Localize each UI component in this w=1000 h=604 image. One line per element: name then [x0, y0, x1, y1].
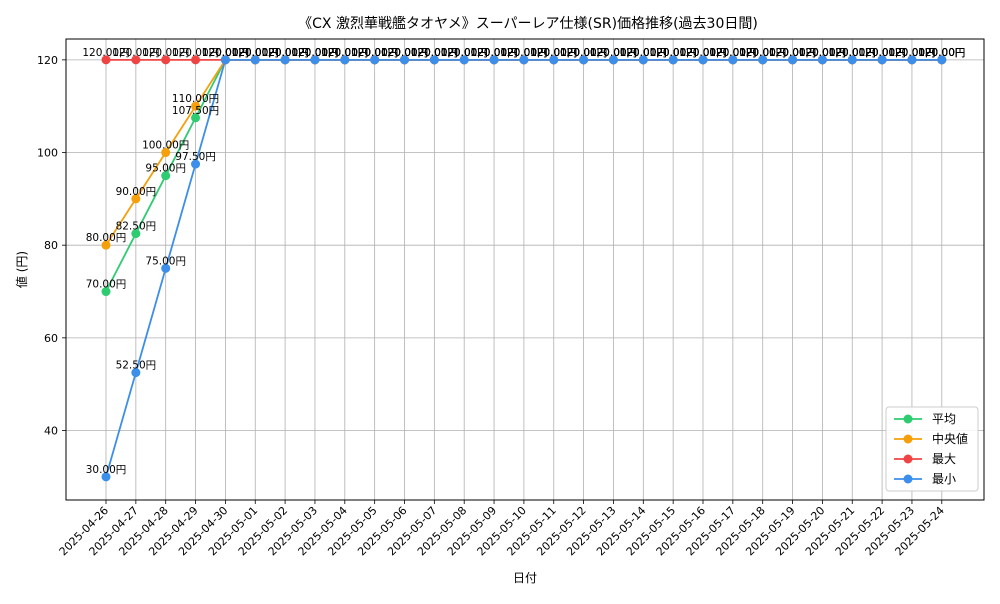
y-tick-label: 80 — [44, 239, 58, 252]
data-label: 95.00円 — [145, 163, 186, 175]
data-label: 82.50円 — [116, 221, 157, 233]
legend-swatch-marker — [903, 474, 913, 484]
chart-container: 《CX 激烈華戦艦タオヤメ》スーパーレア仕様(SR)価格推移(過去30日間) 7… — [0, 0, 1000, 600]
legend-label: 平均 — [932, 412, 956, 426]
data-label: 120.00円 — [918, 47, 965, 59]
data-label: 30.00円 — [86, 464, 127, 476]
data-label: 97.50円 — [175, 151, 216, 163]
legend-swatch-marker — [903, 434, 913, 444]
data-label: 75.00円 — [145, 255, 186, 267]
data-label: 52.50円 — [116, 360, 157, 372]
legend-swatch-marker — [903, 414, 913, 424]
y-tick-label: 120 — [37, 54, 58, 67]
data-label: 80.00円 — [86, 232, 127, 244]
legend: 平均中央値最大最小 — [885, 406, 979, 492]
data-label: 70.00円 — [86, 279, 127, 291]
y-tick-label: 40 — [44, 425, 58, 438]
legend-swatch-marker — [903, 454, 913, 464]
data-label: 107.50円 — [172, 105, 219, 117]
data-label: 100.00円 — [142, 140, 189, 152]
y-tick-label: 60 — [44, 332, 58, 345]
legend-label: 最小 — [932, 472, 956, 486]
line-chart: 《CX 激烈華戦艦タオヤメ》スーパーレア仕様(SR)価格推移(過去30日間) 7… — [14, 15, 985, 585]
x-axis-title: 日付 — [513, 571, 537, 585]
chart-title: 《CX 激烈華戦艦タオヤメ》スーパーレア仕様(SR)価格推移(過去30日間) — [298, 15, 758, 32]
data-label: 110.00円 — [172, 93, 219, 105]
data-label: 90.00円 — [116, 186, 157, 198]
legend-label: 最大 — [932, 452, 956, 466]
y-axis-title: 値 (円) — [14, 251, 29, 288]
axis-ticks: 2025-04-262025-04-272025-04-282025-04-29… — [37, 54, 947, 558]
legend-label: 中央値 — [932, 431, 968, 446]
y-tick-label: 100 — [37, 147, 58, 160]
